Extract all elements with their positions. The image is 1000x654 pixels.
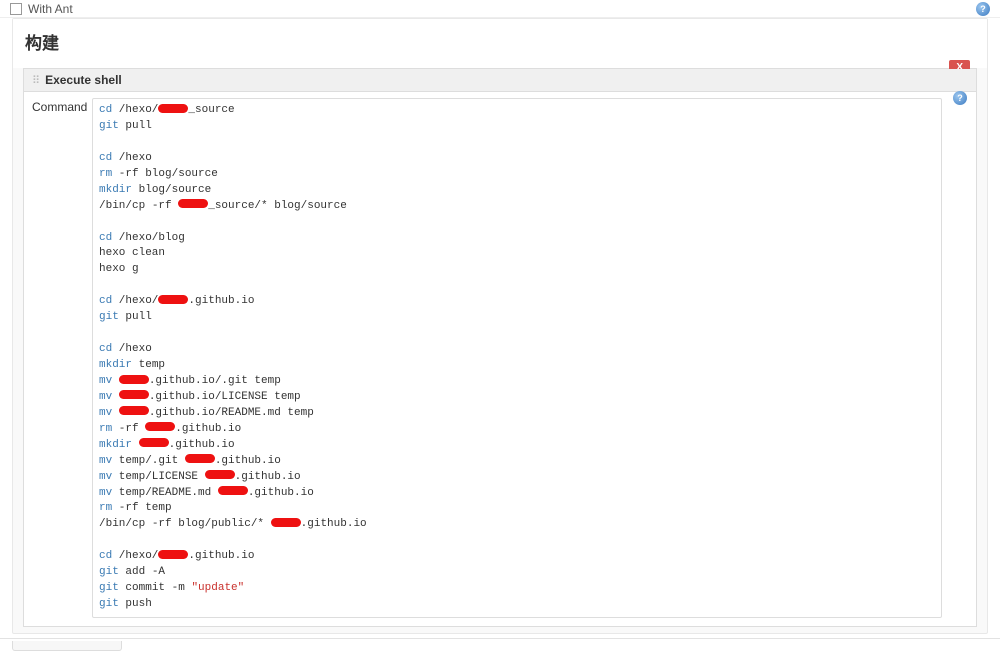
bottom-tab[interactable] <box>12 641 122 651</box>
command-textarea[interactable]: cd /hexo/_source git pull cd /hexo rm -r… <box>92 98 942 618</box>
option-row-with-ant: With Ant <box>0 0 1000 18</box>
section-title: 构建 <box>13 19 987 68</box>
bottom-tab-row <box>0 638 1000 650</box>
help-icon[interactable] <box>953 91 967 105</box>
command-label: Command <box>32 98 92 618</box>
build-step: X ⠿ Execute shell Command cd /hexo/_sour… <box>23 68 977 627</box>
build-step-header[interactable]: ⠿ Execute shell <box>24 69 976 92</box>
build-section: 构建 X ⠿ Execute shell Command cd /hexo/_s… <box>12 18 988 634</box>
with-ant-checkbox[interactable] <box>10 3 22 15</box>
help-icon[interactable] <box>976 2 990 16</box>
drag-handle-icon[interactable]: ⠿ <box>32 74 39 87</box>
step-title: Execute shell <box>45 73 122 87</box>
with-ant-label: With Ant <box>28 2 73 16</box>
